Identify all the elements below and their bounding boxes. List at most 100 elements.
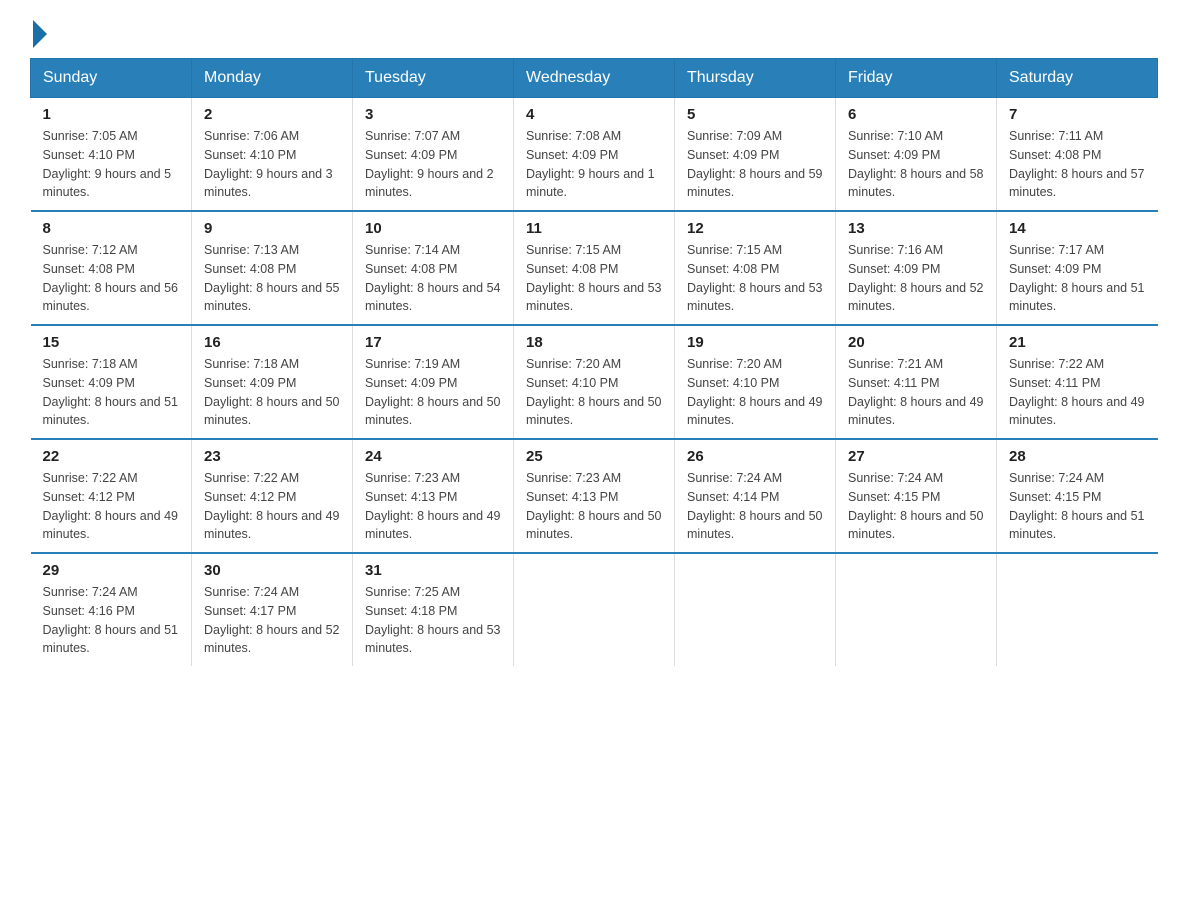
col-wednesday: Wednesday xyxy=(514,59,675,98)
day-number: 2 xyxy=(204,106,340,123)
day-info: Sunrise: 7:12 AM Sunset: 4:08 PM Dayligh… xyxy=(43,241,180,316)
day-info: Sunrise: 7:20 AM Sunset: 4:10 PM Dayligh… xyxy=(526,355,662,430)
calendar-cell: 23 Sunrise: 7:22 AM Sunset: 4:12 PM Dayl… xyxy=(192,439,353,553)
calendar-cell: 29 Sunrise: 7:24 AM Sunset: 4:16 PM Dayl… xyxy=(31,553,192,666)
day-number: 25 xyxy=(526,448,662,465)
day-info: Sunrise: 7:14 AM Sunset: 4:08 PM Dayligh… xyxy=(365,241,501,316)
logo-arrow-icon xyxy=(33,20,47,48)
calendar-cell xyxy=(997,553,1158,666)
day-info: Sunrise: 7:11 AM Sunset: 4:08 PM Dayligh… xyxy=(1009,127,1146,202)
day-info: Sunrise: 7:08 AM Sunset: 4:09 PM Dayligh… xyxy=(526,127,662,202)
day-number: 6 xyxy=(848,106,984,123)
day-info: Sunrise: 7:20 AM Sunset: 4:10 PM Dayligh… xyxy=(687,355,823,430)
day-number: 5 xyxy=(687,106,823,123)
col-sunday: Sunday xyxy=(31,59,192,98)
day-number: 21 xyxy=(1009,334,1146,351)
day-info: Sunrise: 7:21 AM Sunset: 4:11 PM Dayligh… xyxy=(848,355,984,430)
day-info: Sunrise: 7:22 AM Sunset: 4:11 PM Dayligh… xyxy=(1009,355,1146,430)
col-tuesday: Tuesday xyxy=(353,59,514,98)
calendar-cell: 20 Sunrise: 7:21 AM Sunset: 4:11 PM Dayl… xyxy=(836,325,997,439)
day-number: 10 xyxy=(365,220,501,237)
day-number: 30 xyxy=(204,562,340,579)
day-number: 24 xyxy=(365,448,501,465)
day-number: 3 xyxy=(365,106,501,123)
day-number: 18 xyxy=(526,334,662,351)
day-info: Sunrise: 7:06 AM Sunset: 4:10 PM Dayligh… xyxy=(204,127,340,202)
day-number: 4 xyxy=(526,106,662,123)
day-info: Sunrise: 7:24 AM Sunset: 4:15 PM Dayligh… xyxy=(1009,469,1146,544)
day-info: Sunrise: 7:24 AM Sunset: 4:16 PM Dayligh… xyxy=(43,583,180,658)
day-info: Sunrise: 7:23 AM Sunset: 4:13 PM Dayligh… xyxy=(526,469,662,544)
calendar-cell: 26 Sunrise: 7:24 AM Sunset: 4:14 PM Dayl… xyxy=(675,439,836,553)
calendar-cell: 22 Sunrise: 7:22 AM Sunset: 4:12 PM Dayl… xyxy=(31,439,192,553)
calendar-cell: 21 Sunrise: 7:22 AM Sunset: 4:11 PM Dayl… xyxy=(997,325,1158,439)
calendar-cell: 10 Sunrise: 7:14 AM Sunset: 4:08 PM Dayl… xyxy=(353,211,514,325)
calendar-cell: 5 Sunrise: 7:09 AM Sunset: 4:09 PM Dayli… xyxy=(675,98,836,212)
day-number: 31 xyxy=(365,562,501,579)
calendar-cell: 11 Sunrise: 7:15 AM Sunset: 4:08 PM Dayl… xyxy=(514,211,675,325)
day-number: 27 xyxy=(848,448,984,465)
day-number: 28 xyxy=(1009,448,1146,465)
day-info: Sunrise: 7:24 AM Sunset: 4:17 PM Dayligh… xyxy=(204,583,340,658)
col-saturday: Saturday xyxy=(997,59,1158,98)
day-info: Sunrise: 7:05 AM Sunset: 4:10 PM Dayligh… xyxy=(43,127,180,202)
day-info: Sunrise: 7:10 AM Sunset: 4:09 PM Dayligh… xyxy=(848,127,984,202)
day-info: Sunrise: 7:13 AM Sunset: 4:08 PM Dayligh… xyxy=(204,241,340,316)
day-number: 29 xyxy=(43,562,180,579)
day-info: Sunrise: 7:22 AM Sunset: 4:12 PM Dayligh… xyxy=(43,469,180,544)
day-number: 11 xyxy=(526,220,662,237)
day-info: Sunrise: 7:09 AM Sunset: 4:09 PM Dayligh… xyxy=(687,127,823,202)
col-monday: Monday xyxy=(192,59,353,98)
calendar-cell: 12 Sunrise: 7:15 AM Sunset: 4:08 PM Dayl… xyxy=(675,211,836,325)
calendar-cell xyxy=(675,553,836,666)
day-number: 20 xyxy=(848,334,984,351)
calendar-cell: 24 Sunrise: 7:23 AM Sunset: 4:13 PM Dayl… xyxy=(353,439,514,553)
day-info: Sunrise: 7:17 AM Sunset: 4:09 PM Dayligh… xyxy=(1009,241,1146,316)
page-header xyxy=(30,20,1158,48)
day-number: 16 xyxy=(204,334,340,351)
logo xyxy=(30,20,47,48)
day-info: Sunrise: 7:24 AM Sunset: 4:15 PM Dayligh… xyxy=(848,469,984,544)
day-info: Sunrise: 7:18 AM Sunset: 4:09 PM Dayligh… xyxy=(204,355,340,430)
day-info: Sunrise: 7:25 AM Sunset: 4:18 PM Dayligh… xyxy=(365,583,501,658)
calendar-cell: 7 Sunrise: 7:11 AM Sunset: 4:08 PM Dayli… xyxy=(997,98,1158,212)
calendar-cell: 14 Sunrise: 7:17 AM Sunset: 4:09 PM Dayl… xyxy=(997,211,1158,325)
calendar-table: Sunday Monday Tuesday Wednesday Thursday… xyxy=(30,58,1158,666)
calendar-cell: 25 Sunrise: 7:23 AM Sunset: 4:13 PM Dayl… xyxy=(514,439,675,553)
calendar-cell: 28 Sunrise: 7:24 AM Sunset: 4:15 PM Dayl… xyxy=(997,439,1158,553)
calendar-cell: 19 Sunrise: 7:20 AM Sunset: 4:10 PM Dayl… xyxy=(675,325,836,439)
day-number: 23 xyxy=(204,448,340,465)
day-number: 19 xyxy=(687,334,823,351)
day-number: 8 xyxy=(43,220,180,237)
calendar-header-row: Sunday Monday Tuesday Wednesday Thursday… xyxy=(31,59,1158,98)
calendar-week-row-1: 1 Sunrise: 7:05 AM Sunset: 4:10 PM Dayli… xyxy=(31,98,1158,212)
calendar-cell xyxy=(836,553,997,666)
day-info: Sunrise: 7:23 AM Sunset: 4:13 PM Dayligh… xyxy=(365,469,501,544)
calendar-cell: 1 Sunrise: 7:05 AM Sunset: 4:10 PM Dayli… xyxy=(31,98,192,212)
day-number: 26 xyxy=(687,448,823,465)
calendar-week-row-2: 8 Sunrise: 7:12 AM Sunset: 4:08 PM Dayli… xyxy=(31,211,1158,325)
day-info: Sunrise: 7:18 AM Sunset: 4:09 PM Dayligh… xyxy=(43,355,180,430)
calendar-cell: 16 Sunrise: 7:18 AM Sunset: 4:09 PM Dayl… xyxy=(192,325,353,439)
day-number: 7 xyxy=(1009,106,1146,123)
calendar-cell: 6 Sunrise: 7:10 AM Sunset: 4:09 PM Dayli… xyxy=(836,98,997,212)
day-number: 1 xyxy=(43,106,180,123)
calendar-cell: 18 Sunrise: 7:20 AM Sunset: 4:10 PM Dayl… xyxy=(514,325,675,439)
day-number: 12 xyxy=(687,220,823,237)
day-info: Sunrise: 7:15 AM Sunset: 4:08 PM Dayligh… xyxy=(526,241,662,316)
calendar-cell: 31 Sunrise: 7:25 AM Sunset: 4:18 PM Dayl… xyxy=(353,553,514,666)
calendar-cell: 3 Sunrise: 7:07 AM Sunset: 4:09 PM Dayli… xyxy=(353,98,514,212)
day-info: Sunrise: 7:22 AM Sunset: 4:12 PM Dayligh… xyxy=(204,469,340,544)
day-info: Sunrise: 7:19 AM Sunset: 4:09 PM Dayligh… xyxy=(365,355,501,430)
calendar-cell: 8 Sunrise: 7:12 AM Sunset: 4:08 PM Dayli… xyxy=(31,211,192,325)
calendar-cell: 9 Sunrise: 7:13 AM Sunset: 4:08 PM Dayli… xyxy=(192,211,353,325)
calendar-cell: 2 Sunrise: 7:06 AM Sunset: 4:10 PM Dayli… xyxy=(192,98,353,212)
calendar-cell: 13 Sunrise: 7:16 AM Sunset: 4:09 PM Dayl… xyxy=(836,211,997,325)
day-info: Sunrise: 7:24 AM Sunset: 4:14 PM Dayligh… xyxy=(687,469,823,544)
day-number: 17 xyxy=(365,334,501,351)
calendar-week-row-4: 22 Sunrise: 7:22 AM Sunset: 4:12 PM Dayl… xyxy=(31,439,1158,553)
day-info: Sunrise: 7:16 AM Sunset: 4:09 PM Dayligh… xyxy=(848,241,984,316)
col-thursday: Thursday xyxy=(675,59,836,98)
day-info: Sunrise: 7:07 AM Sunset: 4:09 PM Dayligh… xyxy=(365,127,501,202)
calendar-cell: 4 Sunrise: 7:08 AM Sunset: 4:09 PM Dayli… xyxy=(514,98,675,212)
